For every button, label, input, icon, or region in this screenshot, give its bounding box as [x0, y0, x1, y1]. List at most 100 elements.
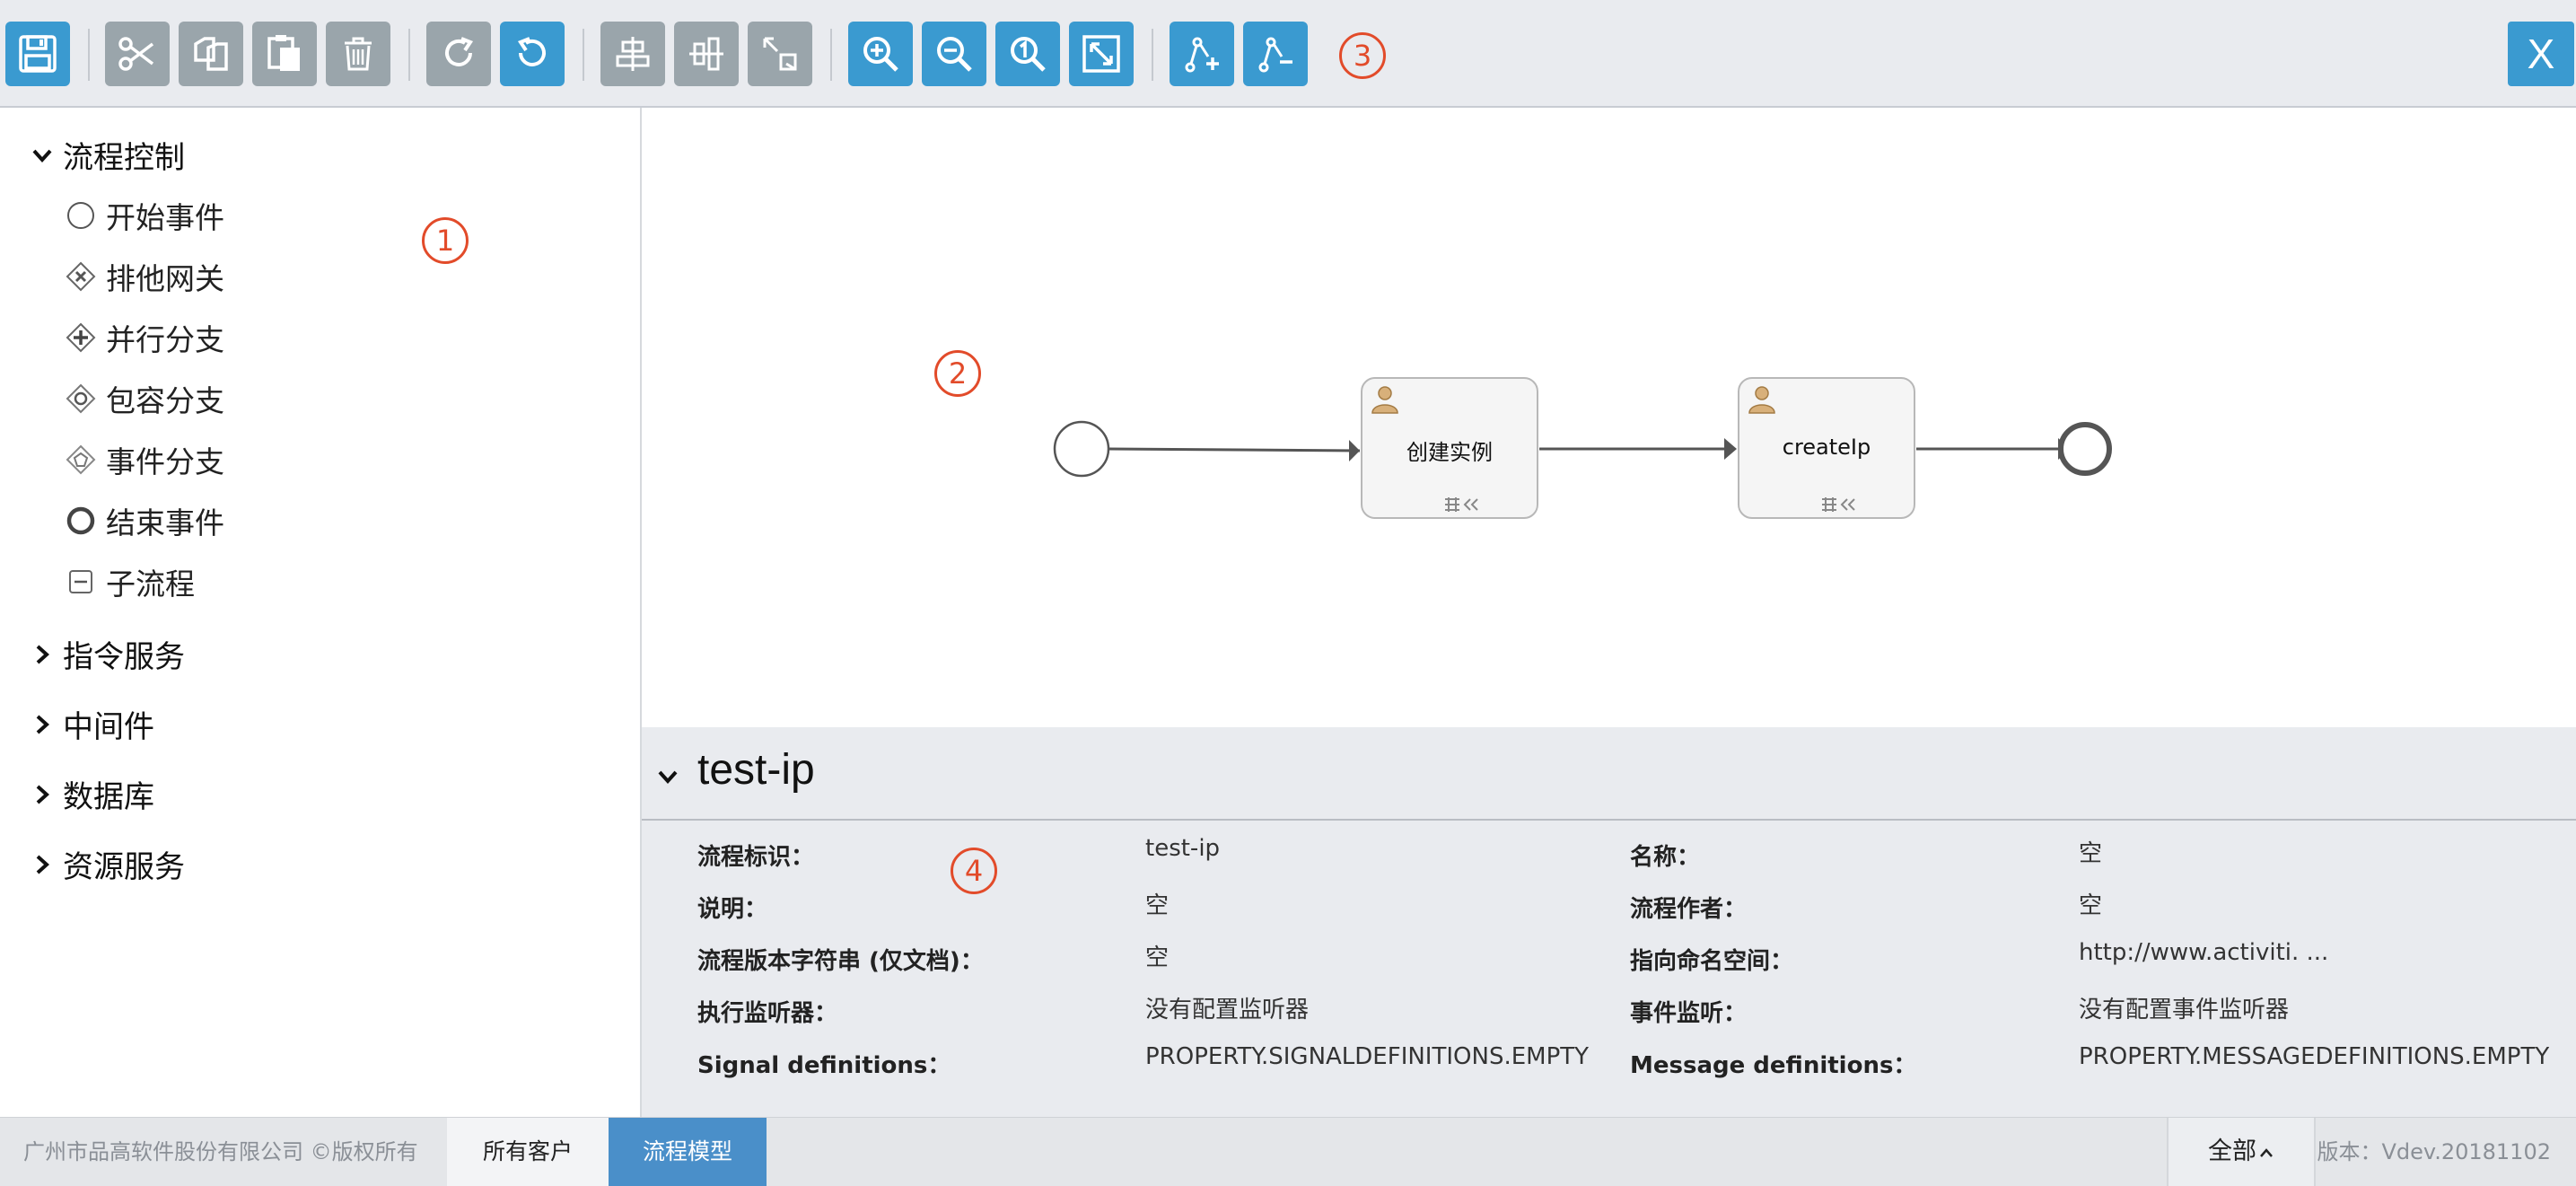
user-task-icon — [1371, 386, 1398, 414]
palette-group-flow-control[interactable]: 流程控制 — [31, 133, 185, 177]
chevron-right-icon — [36, 645, 49, 663]
property-label-author: 流程作者： — [1630, 896, 1748, 923]
delete-button[interactable] — [326, 22, 390, 86]
palette-group-label: 资源服务 — [63, 849, 185, 885]
callout-2: 2 — [934, 350, 981, 397]
palette-group-resource-service[interactable]: 资源服务 — [31, 842, 185, 886]
multi-instance-marker-icon — [1445, 497, 1478, 512]
flow-arrowhead — [1724, 438, 1737, 460]
cut-button[interactable] — [105, 22, 170, 86]
tab-all-customers[interactable]: 所有客户 — [447, 1118, 609, 1186]
toolbar: 3 X — [0, 0, 2576, 108]
scope-label: 全部 — [2208, 1138, 2256, 1165]
property-value-execution-listeners[interactable]: 没有配置监听器 — [1145, 991, 1309, 1024]
property-value-description[interactable]: 空 — [1145, 887, 1169, 920]
align-vertical-icon — [689, 37, 723, 71]
properties-panel: test-ip 流程标识： test-ip 名称： 空 说明： 空 流程作者： … — [642, 727, 2576, 1117]
scope-dropdown[interactable]: 全部 — [2167, 1118, 2316, 1186]
add-bendpoint-button[interactable] — [1170, 22, 1234, 86]
property-value-name[interactable]: 空 — [2079, 835, 2102, 868]
palette-item-parallel-gateway[interactable]: 并行分支 — [65, 316, 224, 359]
copyright-text: 广州市品高软件股份有限公司 ©版权所有 — [23, 1139, 418, 1164]
palette-group-label: 流程控制 — [63, 140, 185, 176]
property-value-signal-definitions[interactable]: PROPERTY.SIGNALDEFINITIONS.EMPTY — [1145, 1043, 1589, 1070]
user-task-create-instance[interactable]: 创建实例 — [1361, 377, 1538, 519]
diagram-canvas[interactable]: 创建实例 createIp 2 — [642, 108, 2576, 727]
property-label-process-id: 流程标识： — [697, 844, 815, 871]
remove-bendpoint-icon — [1258, 37, 1292, 73]
property-label-namespace: 指向命名空间： — [1630, 948, 1794, 975]
callout-4: 4 — [951, 848, 997, 894]
end-event[interactable] — [2058, 422, 2112, 476]
undo-icon — [517, 37, 546, 66]
property-label-signal-definitions: Signal definitions： — [697, 1052, 951, 1079]
footer-bar: 广州市品高软件股份有限公司 ©版权所有 所有客户 流程模型 全部 版本：Vdev… — [0, 1117, 2576, 1186]
properties-header[interactable]: test-ip — [642, 727, 2576, 821]
property-value-version[interactable]: 空 — [1145, 939, 1169, 972]
end-event-icon — [66, 506, 95, 535]
multi-instance-marker-icon — [1822, 497, 1855, 512]
same-size-button[interactable] — [748, 22, 812, 86]
toolbar-separator — [88, 29, 90, 81]
save-button[interactable] — [5, 22, 70, 86]
zoom-actual-button[interactable] — [995, 22, 1060, 86]
redo-button[interactable] — [426, 22, 491, 86]
palette-item-label: 事件分支 — [106, 444, 224, 479]
start-event-icon — [67, 202, 94, 229]
user-task-create-ip[interactable]: createIp — [1738, 377, 1915, 519]
property-value-author[interactable]: 空 — [2079, 887, 2102, 920]
palette-item-label: 并行分支 — [106, 322, 224, 357]
start-event[interactable] — [1053, 420, 1110, 478]
undo-button[interactable] — [500, 22, 565, 86]
property-value-process-id[interactable]: test-ip — [1145, 835, 1220, 862]
tab-process-model[interactable]: 流程模型 — [609, 1118, 767, 1186]
palette-group-label: 中间件 — [63, 709, 154, 745]
sequence-flows — [1053, 420, 2112, 478]
close-button[interactable]: X — [2508, 22, 2574, 86]
palette-group-label: 指令服务 — [63, 639, 185, 675]
property-value-namespace[interactable]: http://www.activiti. ... — [2079, 939, 2328, 966]
property-label-description: 说明： — [697, 896, 768, 923]
palette-item-start-event[interactable]: 开始事件 — [65, 194, 224, 237]
palette-group-middleware[interactable]: 中间件 — [31, 702, 154, 746]
align-horizontal-button[interactable] — [600, 22, 665, 86]
palette-panel: 流程控制 开始事件 排他网关 并行分支 包容分支 事件分支 结束事件 子流程 指… — [0, 108, 642, 1117]
palette-group-label: 数据库 — [63, 779, 154, 815]
palette-item-inclusive-gateway[interactable]: 包容分支 — [65, 377, 224, 420]
zoom-in-button[interactable] — [848, 22, 913, 86]
palette-item-label: 开始事件 — [106, 200, 224, 235]
property-value-event-listeners[interactable]: 没有配置事件监听器 — [2079, 991, 2289, 1024]
palette-group-database[interactable]: 数据库 — [31, 772, 154, 816]
properties-title: test-ip — [697, 746, 815, 794]
inclusive-gateway-icon — [66, 383, 96, 414]
copy-button[interactable] — [179, 22, 243, 86]
property-label-execution-listeners: 执行监听器： — [697, 1000, 838, 1027]
toolbar-separator — [408, 29, 410, 81]
zoom-actual-icon — [1011, 37, 1046, 72]
zoom-out-button[interactable] — [922, 22, 986, 86]
parallel-gateway-icon — [66, 322, 96, 353]
callout-3: 3 — [1339, 32, 1386, 79]
palette-item-label: 包容分支 — [106, 383, 224, 418]
align-vertical-button[interactable] — [674, 22, 739, 86]
paste-button[interactable] — [252, 22, 317, 86]
trash-icon — [345, 37, 372, 71]
version-text: 版本：Vdev.20181102 — [2317, 1139, 2551, 1164]
zoom-out-icon — [937, 37, 972, 72]
save-icon — [19, 35, 57, 73]
property-label-name: 名称： — [1630, 844, 1701, 871]
paste-icon — [267, 35, 300, 71]
palette-item-event-gateway[interactable]: 事件分支 — [65, 438, 224, 481]
flow-arrowhead — [1349, 440, 1360, 461]
palette-item-subprocess[interactable]: 子流程 — [65, 560, 195, 603]
sequence-flow[interactable] — [1108, 447, 1361, 452]
palette-item-end-event[interactable]: 结束事件 — [65, 499, 224, 542]
palette-group-command-service[interactable]: 指令服务 — [31, 632, 185, 676]
palette-item-exclusive-gateway[interactable]: 排他网关 — [65, 255, 224, 298]
add-bendpoint-icon — [1185, 37, 1219, 73]
property-value-message-definitions[interactable]: PROPERTY.MESSAGEDEFINITIONS.EMPTY — [2079, 1043, 2549, 1070]
zoom-in-icon — [863, 37, 898, 72]
remove-bendpoint-button[interactable] — [1243, 22, 1308, 86]
user-task-icon — [1748, 386, 1775, 414]
zoom-fit-button[interactable] — [1069, 22, 1134, 86]
